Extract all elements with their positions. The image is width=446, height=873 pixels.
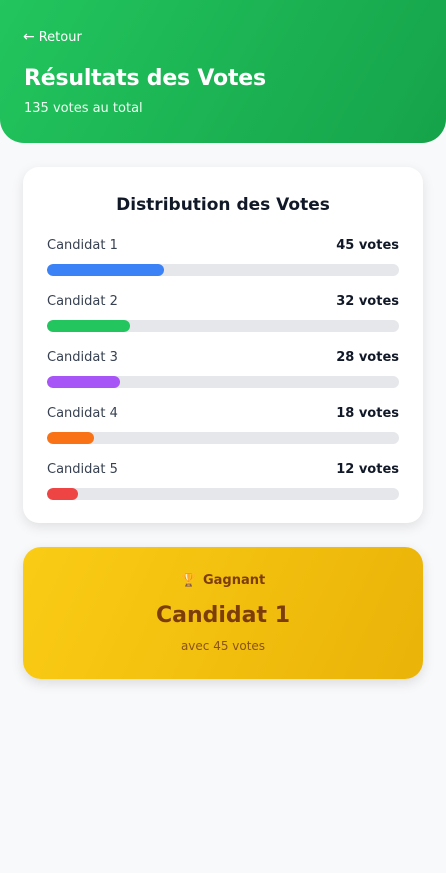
candidate-votes: 28 votes <box>336 350 399 365</box>
vote-bar-fill <box>47 432 94 444</box>
back-button[interactable]: ← Retour <box>23 29 82 45</box>
candidate-label: Candidat 3 <box>47 350 118 365</box>
header: ← Retour Résultats des Votes 135 votes a… <box>0 0 446 143</box>
vote-bar-fill <box>47 320 131 332</box>
vote-bar-track <box>47 432 399 444</box>
vote-bar-track <box>47 488 399 500</box>
trophy-icon: 🏆 <box>180 573 197 588</box>
distribution-title: Distribution des Votes <box>116 195 330 215</box>
winner-badge: 🏆 Gagnant <box>23 573 423 588</box>
vote-bar-fill <box>47 264 165 276</box>
back-label: Retour <box>38 29 82 45</box>
candidate-row: Candidat 1 45 votes <box>47 238 399 278</box>
winner-votes: avec 45 votes <box>180 639 266 653</box>
total-votes-subtitle: 135 votes au total <box>24 101 143 116</box>
vote-bar-fill <box>47 488 79 500</box>
candidate-votes: 45 votes <box>336 238 399 253</box>
winner-badge-label: Gagnant <box>202 573 266 588</box>
candidate-votes: 12 votes <box>336 462 399 477</box>
candidate-votes: 32 votes <box>336 294 399 309</box>
vote-bar-track <box>47 376 399 388</box>
candidate-row: Candidat 2 32 votes <box>47 294 399 334</box>
candidate-label: Candidat 1 <box>47 238 118 253</box>
candidate-row: Candidat 5 12 votes <box>47 462 399 502</box>
vote-bar-track <box>47 320 399 332</box>
candidate-label: Candidat 5 <box>47 462 118 477</box>
vote-bar-fill <box>47 376 120 388</box>
candidate-label: Candidat 4 <box>47 406 118 421</box>
page-title: Résultats des Votes <box>24 66 266 91</box>
candidate-label: Candidat 2 <box>47 294 118 309</box>
winner-name: Candidat 1 <box>155 603 291 628</box>
back-arrow-icon: ← <box>23 29 35 45</box>
candidate-row: Candidat 3 28 votes <box>47 350 399 390</box>
distribution-card: Distribution des Votes Candidat 1 45 vot… <box>23 167 423 523</box>
winner-card: 🏆 Gagnant Candidat 1 avec 45 votes <box>23 547 423 679</box>
candidate-row: Candidat 4 18 votes <box>47 406 399 446</box>
vote-bar-track <box>47 264 399 276</box>
candidate-votes: 18 votes <box>336 406 399 421</box>
